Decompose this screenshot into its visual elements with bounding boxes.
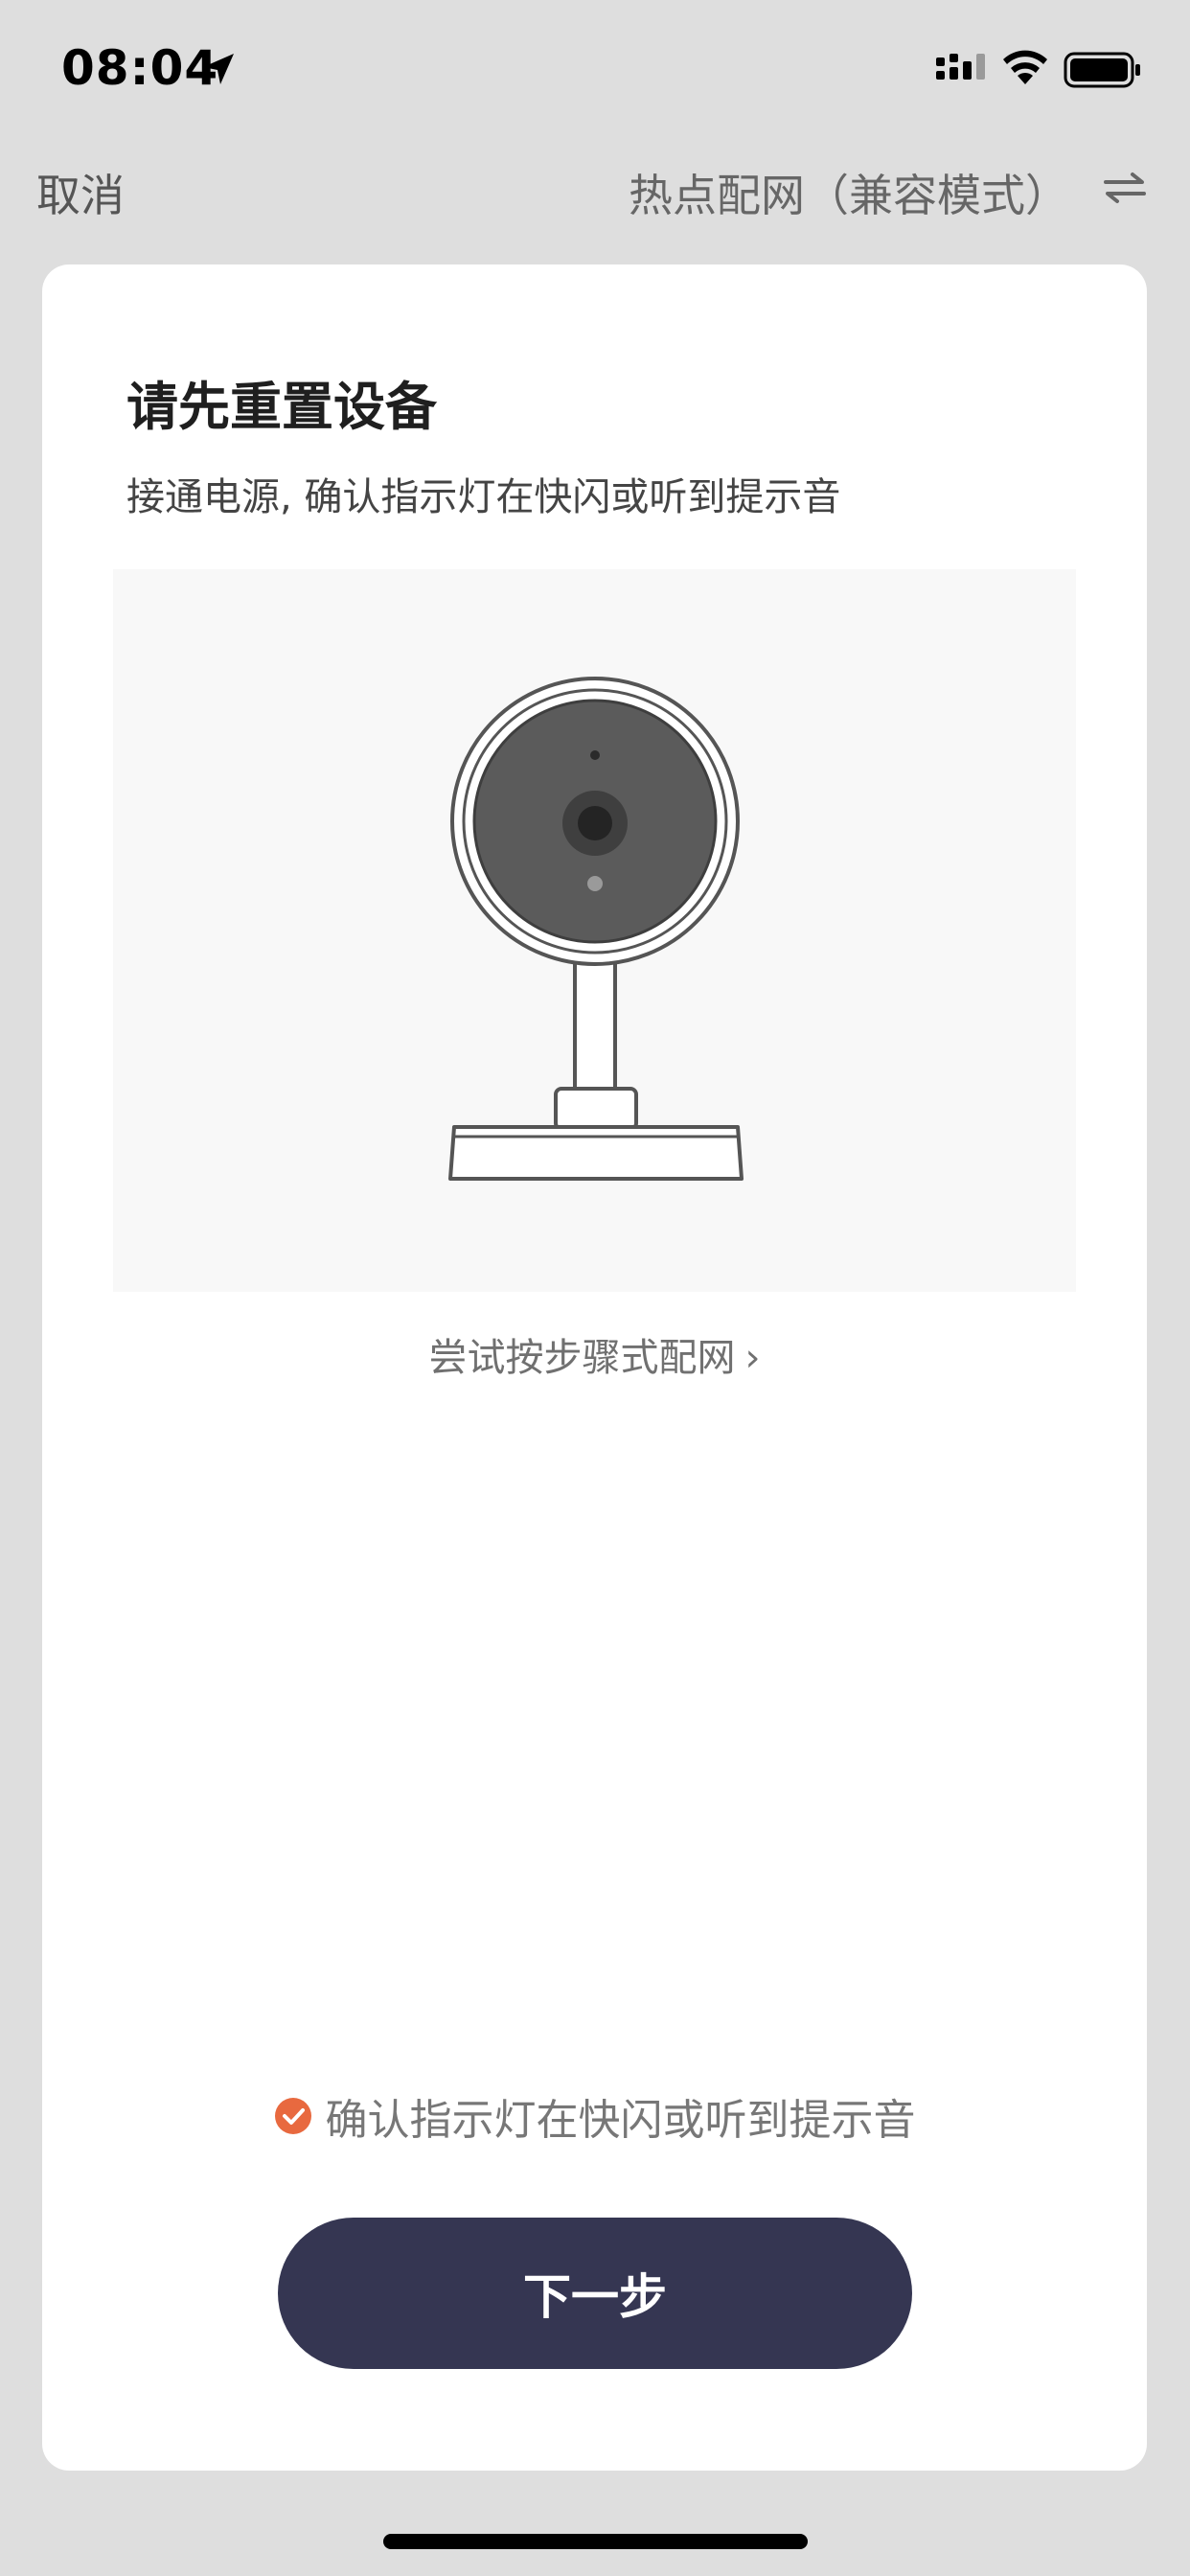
status-bar: 08:04	[0, 0, 1190, 144]
switch-arrows-icon[interactable]	[1102, 165, 1148, 211]
step-pairing-link[interactable]: 尝试按步骤式配网 ›	[42, 1326, 1147, 1382]
checkbox-checked-icon[interactable]	[274, 2097, 312, 2135]
camera-drawing	[448, 677, 744, 1181]
step-pairing-link-label: 尝试按步骤式配网	[428, 1336, 736, 1380]
next-step-button[interactable]: 下一步	[278, 2218, 912, 2369]
cancel-button[interactable]: 取消	[36, 161, 125, 224]
wifi-icon	[1003, 50, 1047, 84]
confirm-row[interactable]: 确认指示灯在快闪或听到提示音	[42, 2085, 1147, 2147]
chevron-right-icon: ›	[744, 1336, 761, 1380]
signal-icon	[936, 54, 985, 80]
confirm-label: 确认指示灯在快闪或听到提示音	[325, 2096, 916, 2145]
reset-device-card: 请先重置设备 接通电源, 确认指示灯在快闪或听到提示音 尝试按步骤式配网 › 确…	[42, 264, 1147, 2471]
card-title: 请先重置设备	[126, 377, 437, 437]
status-time: 08:04	[61, 40, 219, 96]
security-camera-illustration	[113, 569, 1076, 1292]
pairing-mode-label[interactable]: 热点配网（兼容模式）	[629, 161, 1069, 224]
home-indicator	[383, 2534, 808, 2549]
location-arrow-icon	[203, 54, 234, 84]
battery-icon	[1064, 52, 1140, 88]
card-subtitle: 接通电源, 确认指示灯在快闪或听到提示音	[126, 475, 841, 519]
screen: 08:04 取消 热点配网（兼容模式） 请先重置设备 接通电源, 确认指示灯在快…	[0, 0, 1190, 2576]
